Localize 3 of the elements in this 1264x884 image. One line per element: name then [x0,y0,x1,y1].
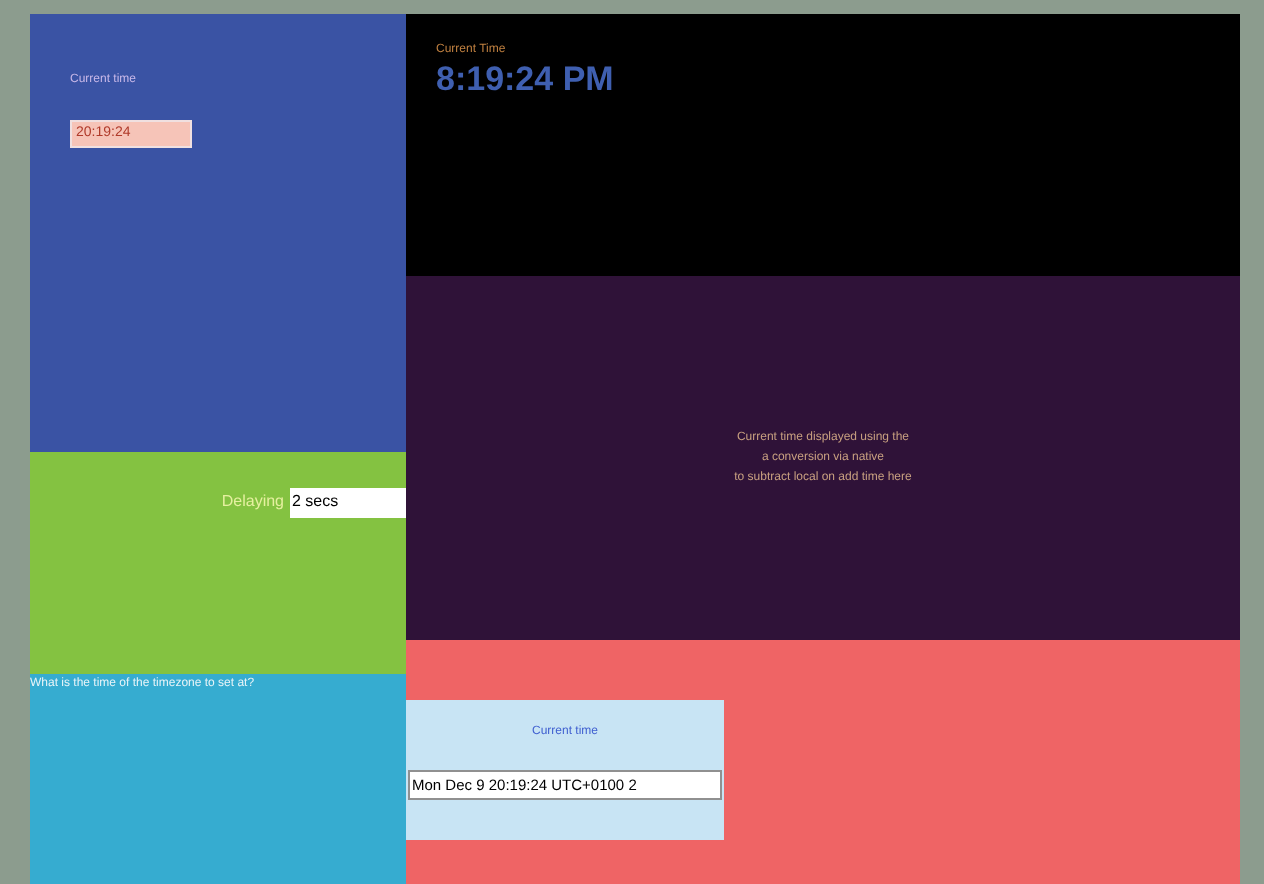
delay-field[interactable]: 2 secs [290,488,406,518]
clock-time: 8:19:24 PM [436,60,616,100]
delay-label: Delaying [221,490,284,514]
